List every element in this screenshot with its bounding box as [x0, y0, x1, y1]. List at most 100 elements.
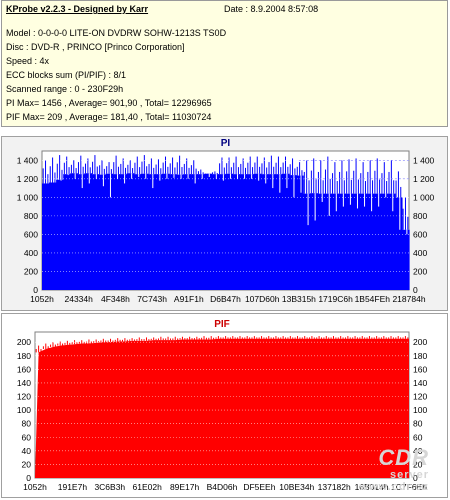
y-tick-label-right: 140 — [413, 378, 427, 388]
y-tick-label-left: 180 — [17, 351, 31, 361]
pi-bar — [324, 193, 332, 290]
pi-bar — [281, 173, 290, 290]
y-tick-label-right: 600 — [413, 229, 427, 239]
pi-bar — [169, 174, 177, 290]
pi-bar — [77, 174, 85, 290]
x-tick-label: 137182h — [318, 482, 351, 492]
pi-bar — [140, 173, 149, 290]
y-tick-label-left: 20 — [22, 459, 32, 469]
pi-bar — [345, 193, 354, 290]
x-tick-label: DF5EEh — [243, 482, 275, 492]
watermark-logo: CDR — [378, 445, 429, 470]
x-tick-label: 1052h — [30, 294, 54, 304]
x-tick-label: 13B315h — [282, 294, 316, 304]
pi-bar — [303, 193, 311, 290]
pi-bar — [112, 174, 121, 290]
pi-bar — [133, 174, 142, 290]
pi-bar — [49, 182, 57, 290]
y-tick-label-right: 400 — [413, 248, 427, 258]
x-tick-label: D6B47h — [210, 294, 241, 304]
pi-bar — [253, 173, 262, 290]
disc-line: Disc : DVD-R , PRINCO [Princo Corporatio… — [6, 42, 185, 52]
pi-bar — [359, 193, 368, 290]
chart-title: PI — [221, 138, 231, 149]
x-tick-label: 10BE34h — [279, 482, 314, 492]
y-tick-label-left: 200 — [24, 266, 38, 276]
pi-bar — [204, 173, 212, 290]
pi-bar — [232, 174, 241, 290]
y-tick-label-left: 80 — [22, 419, 32, 429]
pi-summary-line: PI Max= 1456 , Average= 901,90 , Total= … — [6, 98, 212, 108]
app-title: KProbe v2.2.3 - Designed by Karr — [6, 4, 149, 14]
pi-bar — [183, 174, 191, 290]
y-tick-label-left: 140 — [17, 378, 31, 388]
y-tick-label-left: 160 — [17, 364, 31, 374]
pi-bar — [239, 174, 248, 290]
pif-chart-panel: PIF 0 0 20 20 40 40 60 60 80 80 100 100 120 120 140 140 1… — [1, 313, 448, 498]
model-line: Model : 0-0-0-0 LITE-ON DVDRW SOHW-1213S… — [6, 28, 227, 38]
pi-bar — [70, 173, 78, 290]
pi-bar — [197, 174, 205, 290]
pi-bar — [373, 193, 382, 290]
y-tick-label-right: 60 — [413, 432, 423, 442]
y-tick-label-right: 160 — [413, 364, 427, 374]
y-tick-label-left: 400 — [24, 248, 38, 258]
pif-area — [35, 338, 409, 478]
pi-bar — [366, 193, 375, 290]
x-tick-label: 61E02h — [133, 482, 163, 492]
x-tick-label: 1052h — [23, 482, 47, 492]
x-tick-label: 7C743h — [137, 294, 167, 304]
y-tick-label-right: 800 — [413, 211, 427, 221]
y-tick-label-left: 600 — [24, 229, 38, 239]
x-tick-label: 3C6B3h — [94, 482, 125, 492]
pif-summary-line: PIF Max= 209 , Average= 181,40 , Total= … — [6, 112, 212, 122]
x-tick-label: 89E17h — [170, 482, 200, 492]
y-tick-label-right: 80 — [413, 419, 423, 429]
y-tick-label-right: 1 000 — [413, 192, 435, 202]
y-tick-label-right: 100 — [413, 405, 427, 415]
y-tick-label-right: 120 — [413, 392, 427, 402]
x-tick-label: 107D60h — [245, 294, 280, 304]
x-tick-label: B4D06h — [207, 482, 238, 492]
y-tick-label-left: 1 400 — [17, 155, 39, 165]
pi-bar — [56, 179, 64, 290]
y-tick-label-left: 1 000 — [17, 192, 39, 202]
pi-bar — [161, 173, 170, 290]
x-tick-label: 24334h — [65, 294, 94, 304]
pi-bar — [42, 183, 50, 290]
x-tick-label: 1719C6h — [318, 294, 353, 304]
pi-bar — [401, 229, 410, 290]
pi-bar — [105, 173, 114, 290]
pi-bar — [246, 174, 255, 290]
y-tick-label-left: 800 — [24, 211, 38, 221]
y-tick-label-left: 100 — [17, 405, 31, 415]
pi-bar — [119, 174, 128, 290]
pi-bar — [380, 193, 389, 290]
pi-bar — [394, 197, 403, 290]
pi-bar — [126, 173, 135, 290]
pi-bar — [260, 174, 269, 290]
y-tick-label-left: 40 — [22, 446, 32, 456]
pi-bar — [296, 175, 304, 290]
pi-bar — [98, 174, 107, 290]
y-tick-label-right: 1 400 — [413, 155, 435, 165]
watermark-url: www.cdr.cz — [359, 481, 429, 493]
pi-bar — [154, 174, 163, 290]
pi-bar — [289, 175, 297, 290]
pi-bar — [331, 193, 340, 290]
pi-bar — [84, 173, 93, 290]
pi-bar — [218, 174, 227, 290]
y-tick-label-left: 120 — [17, 392, 31, 402]
chart-title: PIF — [214, 319, 230, 330]
x-tick-label: 191E7h — [58, 482, 88, 492]
x-tick-label: A91F1h — [174, 294, 204, 304]
y-tick-label-left: 200 — [17, 337, 31, 347]
pi-bar — [63, 174, 71, 290]
y-tick-label-left: 1 200 — [17, 174, 39, 184]
x-tick-label: 1B54FEh — [355, 294, 391, 304]
pi-bar — [190, 174, 198, 290]
y-tick-label-left: 60 — [22, 432, 32, 442]
pi-bar — [352, 193, 361, 290]
watermark-sub: server — [389, 469, 429, 481]
pi-bar — [147, 174, 156, 290]
